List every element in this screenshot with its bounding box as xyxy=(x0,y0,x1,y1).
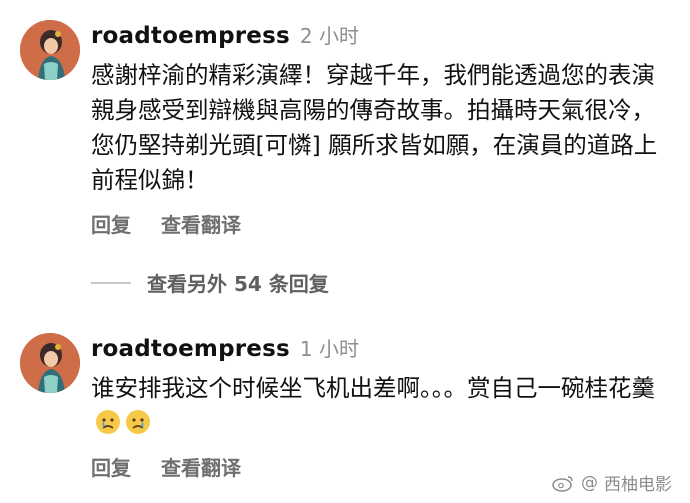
reply-button[interactable]: 回复 xyxy=(91,209,131,238)
avatar[interactable] xyxy=(20,20,80,80)
comment-header: roadtoempress 2 小时 xyxy=(91,20,671,52)
comment-actions: 回复 查看翻译 xyxy=(91,452,241,481)
avatar-illustration-icon xyxy=(20,333,80,393)
translate-button[interactable]: 查看翻译 xyxy=(161,209,241,238)
translate-button[interactable]: 查看翻译 xyxy=(161,452,241,481)
weibo-logo-icon xyxy=(552,475,573,492)
comment-header: roadtoempress 1 小时 xyxy=(91,333,671,365)
comment-actions: 回复 查看翻译 xyxy=(91,209,241,238)
crying-face-emoji-icon xyxy=(96,410,120,434)
watermark: @ 西柚电影 xyxy=(551,470,672,495)
divider-line xyxy=(91,281,131,284)
username[interactable]: roadtoempress xyxy=(91,336,290,362)
at-symbol: @ xyxy=(581,472,598,493)
timestamp: 2 小时 xyxy=(299,24,359,48)
timestamp: 1 小时 xyxy=(299,337,359,361)
view-more-replies[interactable]: 查看另外 54 条回复 xyxy=(91,268,329,297)
avatar[interactable] xyxy=(20,333,80,393)
watermark-text: 西柚电影 xyxy=(604,475,672,495)
comment-text-content: 谁安排我这个时候坐飞机出差啊。。。赏自己一碗桂花羹 xyxy=(91,374,655,402)
crying-face-emoji-icon xyxy=(126,410,150,434)
reply-button[interactable]: 回复 xyxy=(91,452,131,481)
comment-body: roadtoempress 2 小时 感謝梓渝的精彩演繹！穿越千年，我們能透過您… xyxy=(91,20,671,237)
comment-text: 谁安排我这个时候坐飞机出差啊。。。赏自己一碗桂花羹 xyxy=(91,371,671,441)
avatar-illustration-icon xyxy=(20,20,80,80)
comment-body: roadtoempress 1 小时 谁安排我这个时候坐飞机出差啊。。。赏自己一… xyxy=(91,333,671,480)
comment-text: 感謝梓渝的精彩演繹！穿越千年，我們能透過您的表演親身感受到辯機與高陽的傳奇故事。… xyxy=(91,61,658,194)
username[interactable]: roadtoempress xyxy=(91,23,290,49)
view-more-label[interactable]: 查看另外 54 条回复 xyxy=(147,268,329,297)
